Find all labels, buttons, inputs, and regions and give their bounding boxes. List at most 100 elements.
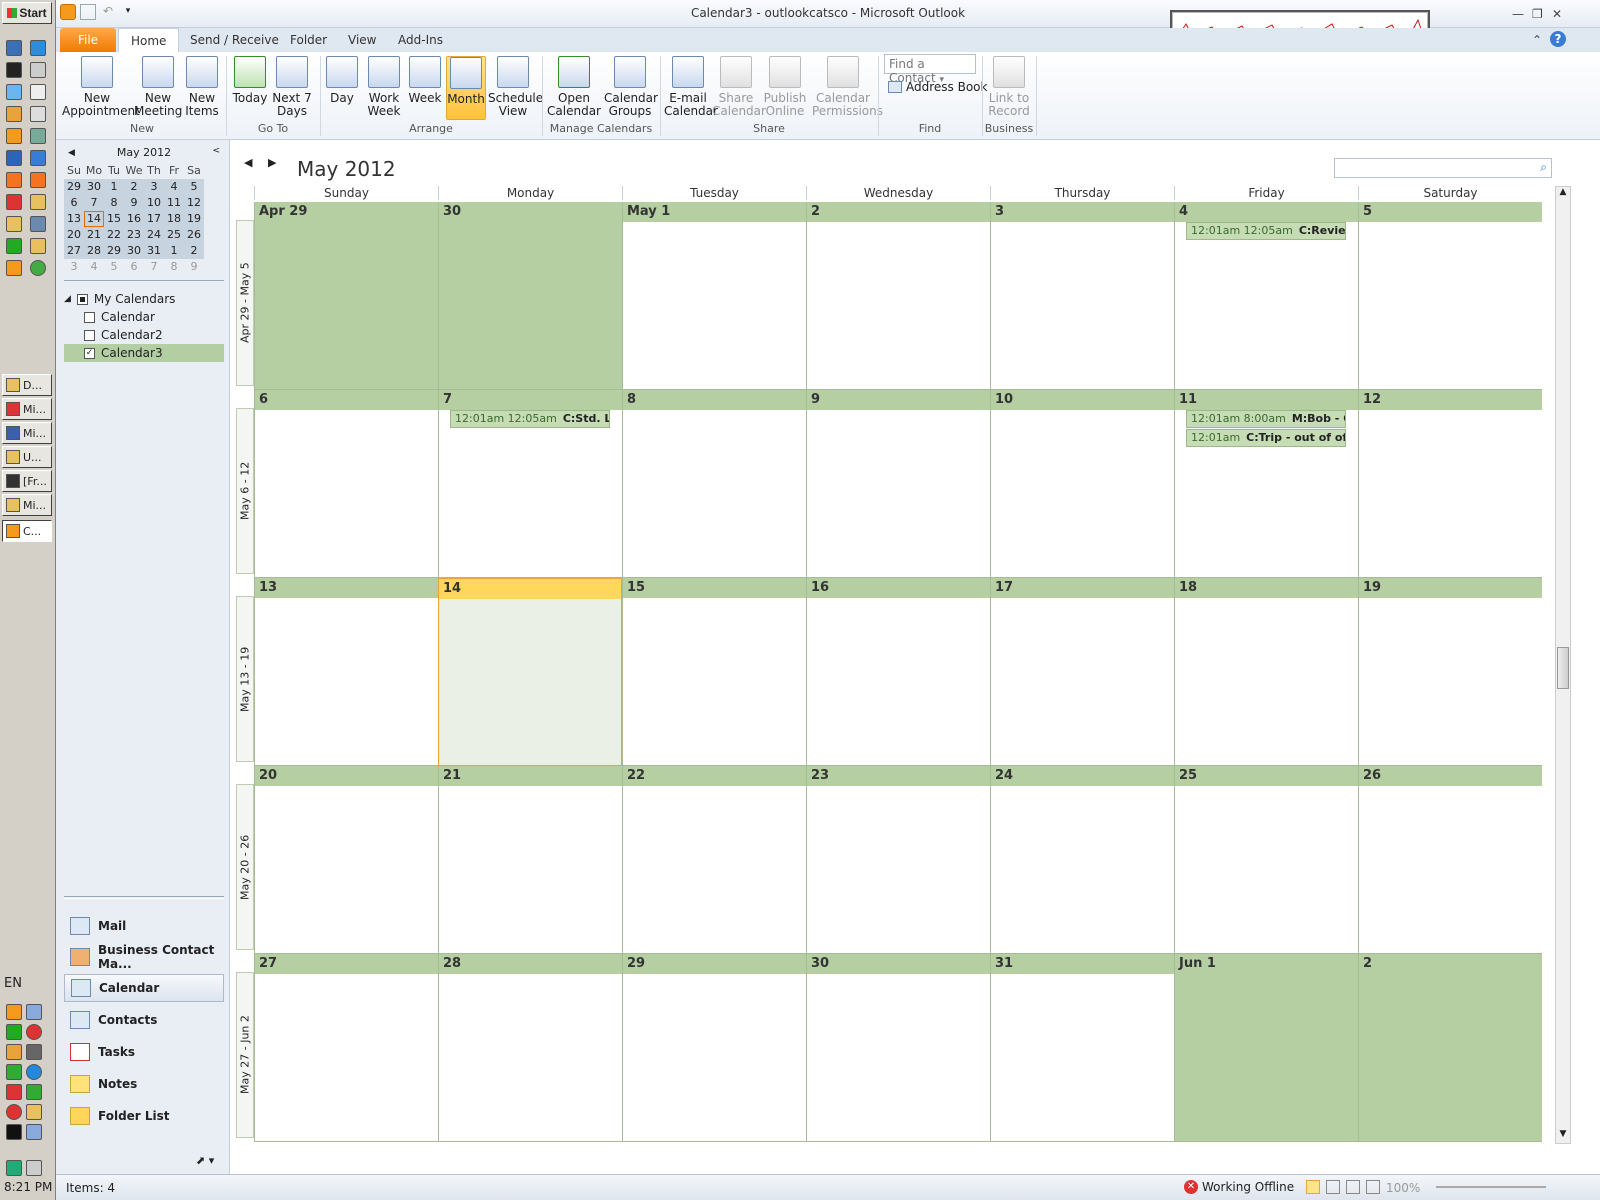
mini-calendar-day[interactable]: 19: [184, 211, 204, 227]
day-view-button[interactable]: Day: [324, 56, 360, 105]
month-view-button[interactable]: Month: [446, 56, 486, 120]
tray-icon[interactable]: [6, 1124, 22, 1140]
appointment[interactable]: 12:01am 12:05am C:Std. Life of: [450, 410, 610, 428]
mini-calendar-day[interactable]: 3: [64, 259, 84, 275]
appointment[interactable]: 12:01am C:Trip - out of office: I: [1186, 429, 1346, 447]
collapse-pane-icon[interactable]: <: [212, 146, 220, 156]
week-view-button[interactable]: Week: [406, 56, 444, 105]
mini-calendar-day[interactable]: 4: [84, 259, 104, 275]
folder-yellow-icon[interactable]: [30, 238, 46, 254]
day-cell[interactable]: 28: [438, 954, 622, 1142]
start-button[interactable]: Start: [2, 2, 52, 24]
mini-calendar-day[interactable]: 5: [104, 259, 124, 275]
mini-calendar-day[interactable]: 6: [124, 259, 144, 275]
mini-calendar-day[interactable]: 4: [164, 179, 184, 195]
nav-notes[interactable]: Notes: [64, 1070, 224, 1098]
publish-online-button[interactable]: Publish Online: [760, 56, 810, 118]
tray-icon[interactable]: [26, 1084, 42, 1100]
close-icon[interactable]: ✕: [1552, 7, 1562, 21]
day-cell[interactable]: 2: [1358, 954, 1542, 1142]
today-button[interactable]: Today: [230, 56, 270, 105]
document-icon[interactable]: [6, 84, 22, 100]
taskbar-item-outlook[interactable]: C...: [2, 520, 52, 542]
day-cell[interactable]: 30: [806, 954, 990, 1142]
mini-calendar-day[interactable]: 1: [164, 243, 184, 259]
volume-icon[interactable]: [26, 1160, 42, 1176]
day-cell[interactable]: 31: [990, 954, 1174, 1142]
day-cell[interactable]: 8: [622, 390, 806, 578]
console-icon[interactable]: [6, 62, 22, 78]
mini-calendar-day[interactable]: 18: [164, 211, 184, 227]
network-status-icon[interactable]: [6, 1160, 22, 1176]
appointment[interactable]: 12:01am 12:05am C:Review INC: [1186, 222, 1346, 240]
mini-calendar-day[interactable]: 28: [84, 243, 104, 259]
day-cell[interactable]: 22: [622, 766, 806, 954]
nav-splitter[interactable]: [64, 896, 224, 899]
calendar-item-calendar3[interactable]: ✓ Calendar3: [64, 344, 224, 362]
ftp-icon[interactable]: [30, 150, 46, 166]
firefox-icon[interactable]: [6, 172, 22, 188]
work-week-view-button[interactable]: Work Week: [364, 56, 404, 118]
day-cell[interactable]: 9: [806, 390, 990, 578]
new-appointment-button[interactable]: New Appointment: [62, 56, 140, 118]
day-cell[interactable]: 21: [438, 766, 622, 954]
mini-calendar-day[interactable]: 29: [104, 243, 124, 259]
calendar-item-calendar2[interactable]: Calendar2: [64, 326, 224, 344]
mini-calendar-day[interactable]: 3: [144, 179, 164, 195]
mini-calendar-day[interactable]: 9: [124, 195, 144, 211]
tray-icon[interactable]: [26, 1044, 42, 1060]
day-cell[interactable]: 6: [254, 390, 438, 578]
key-icon[interactable]: [30, 194, 46, 210]
calendar-checkbox-checked[interactable]: ✓: [84, 347, 95, 359]
taskbar-item[interactable]: [Fr...: [2, 470, 52, 492]
day-cell[interactable]: 10: [990, 390, 1174, 578]
calendar-checkbox[interactable]: [84, 329, 95, 341]
day-cell[interactable]: 15: [622, 578, 806, 766]
week-label[interactable]: May 6 - 12: [236, 408, 254, 574]
drive-icon[interactable]: [30, 216, 46, 232]
day-cell[interactable]: 20: [254, 766, 438, 954]
group-checkbox[interactable]: [76, 293, 88, 305]
nav-tasks[interactable]: Tasks: [64, 1038, 224, 1066]
tray-icon[interactable]: [6, 1044, 22, 1060]
mini-calendar-day[interactable]: 24: [144, 227, 164, 243]
taskbar-item[interactable]: Mi...: [2, 398, 52, 420]
day-cell[interactable]: 24: [990, 766, 1174, 954]
tray-icon[interactable]: [26, 1024, 42, 1040]
mini-calendar-day[interactable]: 7: [144, 259, 164, 275]
mini-calendar-day[interactable]: 16: [124, 211, 144, 227]
tray-icon[interactable]: [26, 1104, 42, 1120]
calendar-groups-button[interactable]: Calendar Groups: [604, 56, 658, 118]
browser-icon[interactable]: [30, 40, 46, 56]
new-meeting-button[interactable]: New Meeting: [134, 56, 182, 118]
zoom-slider[interactable]: [1436, 1186, 1546, 1188]
week-label[interactable]: Apr 29 - May 5: [236, 220, 254, 386]
schedule-view-button[interactable]: Schedule View: [488, 56, 543, 118]
chrome-icon[interactable]: [30, 260, 46, 276]
next-7-days-button[interactable]: Next 7 Days: [270, 56, 314, 118]
desktop-icon[interactable]: [6, 40, 22, 56]
reading-view-icon[interactable]: [1326, 1180, 1340, 1194]
working-offline-indicator[interactable]: ✕ Working Offline: [1184, 1180, 1294, 1194]
help-icon[interactable]: ?: [1550, 31, 1566, 47]
calendar-item-calendar[interactable]: Calendar: [64, 308, 224, 326]
day-cell[interactable]: 17: [990, 578, 1174, 766]
media-player-icon[interactable]: [6, 128, 22, 144]
firefox-alt-icon[interactable]: [30, 172, 46, 188]
mini-calendar-day[interactable]: 10: [144, 195, 164, 211]
outlook-icon[interactable]: [6, 260, 22, 276]
day-cell[interactable]: 5: [1358, 202, 1542, 390]
scroll-thumb[interactable]: [1557, 647, 1569, 689]
system-clock[interactable]: 8:21 PM: [4, 1180, 52, 1194]
list-view-icon[interactable]: [1366, 1180, 1380, 1194]
tray-icon[interactable]: [6, 1084, 22, 1100]
mini-calendar-day[interactable]: 2: [184, 243, 204, 259]
tray-icon[interactable]: [6, 1064, 22, 1080]
day-cell[interactable]: 3: [990, 202, 1174, 390]
day-cell[interactable]: 12: [1358, 390, 1542, 578]
grid-view-icon[interactable]: [1346, 1180, 1360, 1194]
taskbar-item[interactable]: Mi...: [2, 494, 52, 516]
taskbar-item[interactable]: U...: [2, 446, 52, 468]
search-icon[interactable]: ⌕: [1540, 160, 1547, 175]
folder-icon[interactable]: [6, 150, 22, 166]
